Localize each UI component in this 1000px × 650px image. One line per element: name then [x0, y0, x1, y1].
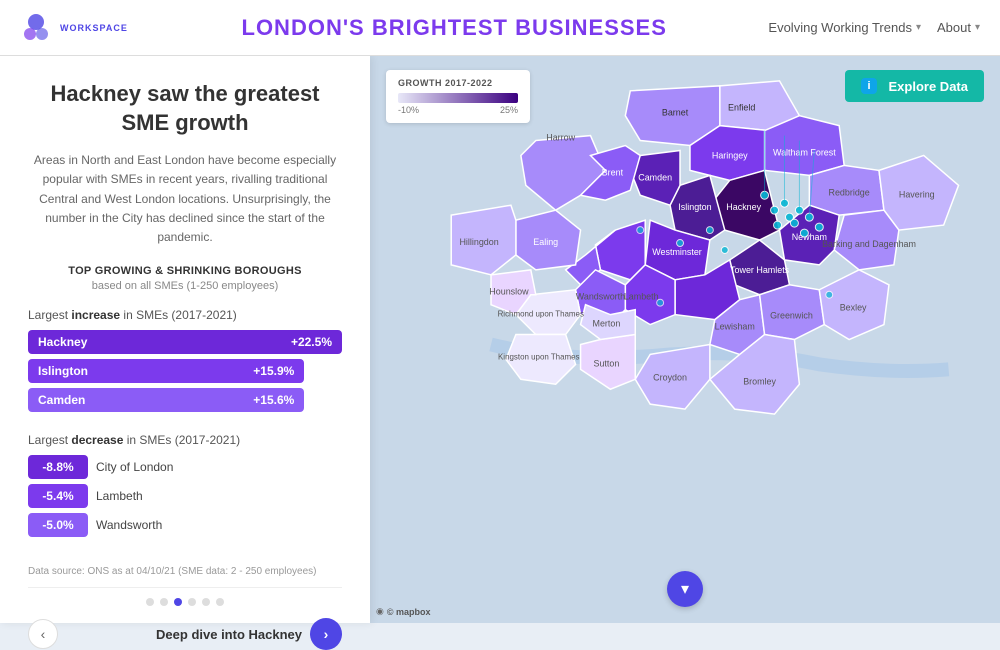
lambeth-value-tag: -5.4%: [28, 484, 88, 508]
hounslow-label: Hounslow: [489, 287, 529, 297]
header: WORKSPACE LONDON'S BRIGHTEST BUSINESSES …: [0, 0, 1000, 56]
city-value-tag: -8.8%: [28, 455, 88, 479]
barking-label: Barking and Dagenham: [822, 239, 916, 249]
nav-area: Evolving Working Trends ▾ About ▾: [768, 20, 980, 35]
mapbox-credit: ◉ © mapbox: [376, 606, 431, 617]
dot-1[interactable]: [146, 598, 154, 606]
islington-bar: Islington +15.9%: [28, 359, 304, 383]
croydon-label: Croydon: [653, 372, 687, 382]
barnet-label: Barnet: [662, 108, 689, 118]
harrow-borough: [521, 136, 606, 211]
richmond-label: Richmond upon Thames: [498, 310, 584, 319]
camden-name: Camden: [38, 393, 85, 407]
enfield-label: Enfield: [728, 103, 755, 113]
wandsworth-label: Wandsworth: [576, 292, 625, 302]
lewisham-label: Lewisham: [715, 322, 755, 332]
wandsworth-label: Wandsworth: [96, 518, 342, 532]
panel-footer: ‹ Deep dive into Hackney ›: [28, 587, 342, 650]
boroughs-title: TOP GROWING & SHRINKING BOROUGHS: [28, 265, 342, 277]
westminster-label: Westminster: [652, 247, 702, 257]
dot-6[interactable]: [216, 598, 224, 606]
logo-text: WORKSPACE: [60, 23, 128, 33]
nav-about[interactable]: About ▾: [937, 20, 980, 35]
hillingdon-label: Hillingdon: [459, 237, 498, 247]
tower-label: Tower Hamlets: [730, 265, 790, 275]
decrease-row-3: -5.0% Wandsworth: [28, 513, 342, 537]
hackney-bar: Hackney +22.5%: [28, 330, 342, 354]
lambeth-label: Lambeth: [96, 489, 342, 503]
legend-labels: -10% 25%: [398, 105, 518, 115]
camden-value: +15.6%: [253, 393, 294, 407]
kingston-label: Kingston upon Thames: [498, 352, 580, 361]
waltham-label: Waltham Forest: [773, 147, 836, 157]
ealing-label: Ealing: [533, 237, 558, 247]
mapbox-logo-icon: ◉: [376, 606, 384, 617]
islington-label: Islington: [678, 202, 711, 212]
newham-label: Newham: [792, 232, 827, 242]
increase-row-3: Camden +15.6%: [28, 388, 342, 412]
greenwich-label: Greenwich: [770, 311, 813, 321]
haringey-label: Haringey: [712, 150, 748, 160]
sutton-label: Sutton: [593, 358, 619, 368]
logo-area: WORKSPACE: [20, 12, 140, 44]
site-title: LONDON'S BRIGHTEST BUSINESSES: [140, 15, 768, 41]
prev-button[interactable]: ‹: [28, 619, 58, 649]
legend-bar-row: [398, 93, 518, 103]
explore-data-button[interactable]: i Explore Data: [845, 70, 984, 102]
havering-label: Havering: [899, 189, 935, 199]
hackney-label: Hackney: [726, 202, 761, 212]
chevron-down-icon: ▾: [681, 579, 689, 599]
brent-label: Brent: [602, 167, 624, 177]
redbridge-label: Redbridge: [829, 187, 870, 197]
decrease-label: Largest decrease in SMEs (2017-2021): [28, 433, 342, 447]
data-source: Data source: ONS as at 04/10/21 (SME dat…: [28, 566, 342, 577]
decrease-row-1: -8.8% City of London: [28, 455, 342, 479]
left-panel: Hackney saw the greatest SME growth Area…: [0, 56, 370, 623]
about-chevron-icon: ▾: [975, 22, 980, 33]
legend-title: GROWTH 2017-2022: [398, 78, 518, 88]
map-legend: GROWTH 2017-2022 -10% 25%: [386, 70, 530, 123]
islington-name: Islington: [38, 364, 88, 378]
city-label: City of London: [96, 460, 342, 474]
main-content: Hackney saw the greatest SME growth Area…: [0, 56, 1000, 623]
legend-gradient-bar: [398, 93, 518, 103]
wandsworth-value-tag: -5.0%: [28, 513, 88, 537]
boroughs-subtitle: based on all SMEs (1-250 employees): [28, 280, 342, 292]
dot-4[interactable]: [188, 598, 196, 606]
dots-row: [28, 598, 342, 606]
nav-evolving-trends[interactable]: Evolving Working Trends ▾: [768, 20, 921, 35]
merton-label: Merton: [593, 319, 621, 329]
decrease-row-2: -5.4% Lambeth: [28, 484, 342, 508]
workspace-logo-icon: [20, 12, 52, 44]
decrease-section: Largest decrease in SMEs (2017-2021) -8.…: [28, 433, 342, 542]
camden-label: Camden: [638, 172, 672, 182]
trends-chevron-icon: ▾: [916, 22, 921, 33]
legend-max-label: 25%: [500, 105, 518, 115]
mapbox-text: © mapbox: [387, 607, 431, 617]
bexley-label: Bexley: [840, 303, 867, 313]
increase-row-1: Hackney +22.5%: [28, 330, 342, 354]
panel-heading: Hackney saw the greatest SME growth: [28, 80, 342, 137]
islington-value: +15.9%: [253, 364, 294, 378]
deep-dive-label: Deep dive into Hackney: [156, 627, 302, 642]
legend-min-label: -10%: [398, 105, 419, 115]
lambeth-label: Lambeth: [624, 292, 659, 302]
panel-description: Areas in North and East London have beco…: [28, 151, 342, 247]
info-badge: i: [861, 78, 876, 94]
increase-row-2: Islington +15.9%: [28, 359, 342, 383]
camden-bar: Camden +15.6%: [28, 388, 304, 412]
hackney-name: Hackney: [38, 335, 87, 349]
dot-5[interactable]: [202, 598, 210, 606]
map-area: Enfield Barnet Haringey Waltham Forest R…: [370, 56, 1000, 623]
dot-2[interactable]: [160, 598, 168, 606]
increase-section: Largest increase in SMEs (2017-2021) Hac…: [28, 308, 342, 417]
london-map-svg: Enfield Barnet Haringey Waltham Forest R…: [370, 56, 1000, 623]
increase-label: Largest increase in SMEs (2017-2021): [28, 308, 342, 322]
hackney-value: +22.5%: [291, 335, 332, 349]
bromley-label: Bromley: [743, 376, 776, 386]
dot-3-active[interactable]: [174, 598, 182, 606]
scroll-down-button[interactable]: ▾: [667, 571, 703, 607]
harrow-label: Harrow: [546, 133, 575, 143]
explore-btn-label: Explore Data: [889, 79, 968, 94]
